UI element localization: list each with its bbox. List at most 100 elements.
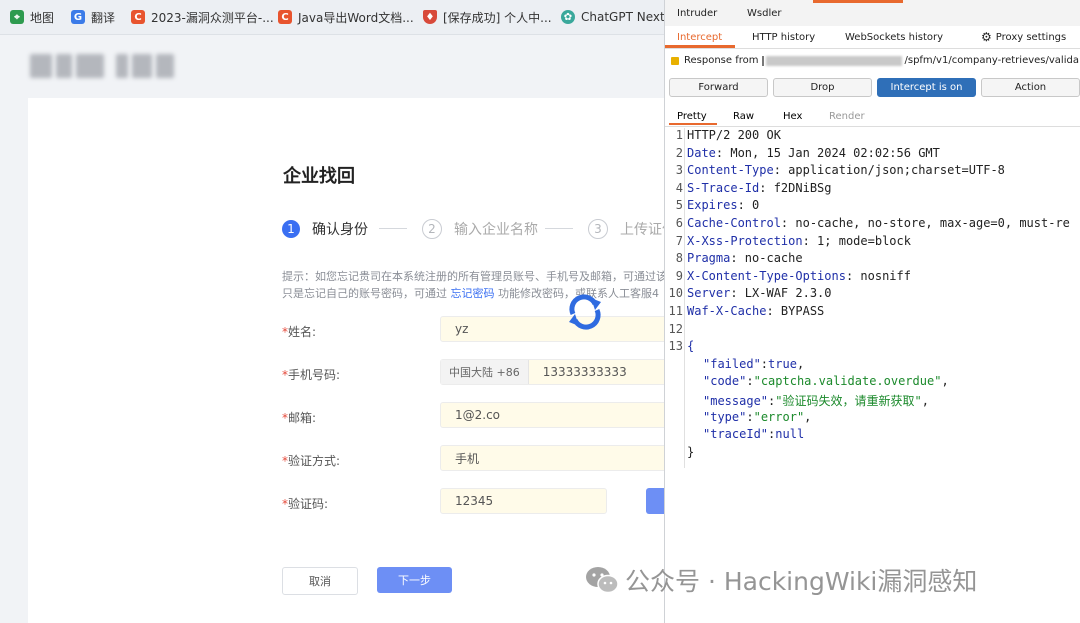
header-line: X-Content-Type-Options: nosniff bbox=[687, 268, 911, 283]
tab-raw[interactable]: Raw bbox=[733, 106, 754, 126]
response-from-line: Response from /spfm/v1/company-retrieves… bbox=[671, 55, 1079, 66]
tab-wsdler[interactable]: Wsdler bbox=[747, 0, 782, 26]
shield-icon: ♦ bbox=[423, 10, 437, 24]
action-button[interactable]: Action bbox=[981, 78, 1080, 97]
step-label: 确认身份 bbox=[312, 222, 368, 238]
tab-render[interactable]: Render bbox=[829, 106, 865, 126]
step-1: 1 确认身份 bbox=[282, 219, 368, 239]
site-logo-blurred bbox=[30, 54, 174, 80]
tab-websockets-history[interactable]: WebSockets history bbox=[845, 26, 943, 48]
line-number: 5 bbox=[675, 198, 683, 213]
phone-input[interactable]: 中国大陆 +86 13333333333 bbox=[440, 359, 668, 385]
line-number: 1 bbox=[675, 128, 683, 142]
step-3: 3 上传证件 bbox=[588, 219, 676, 239]
line-number: 7 bbox=[675, 233, 683, 248]
hint-line-1: 提示：如您忘记贵司在本系统注册的所有管理员账号、手机号及邮箱，可通过该 bbox=[282, 270, 667, 283]
tab-intruder[interactable]: Intruder bbox=[677, 0, 717, 26]
verify-method-select[interactable]: 手机 bbox=[440, 445, 668, 471]
line-number: 4 bbox=[675, 180, 683, 195]
bookmark-chatgpt[interactable]: ✿ ChatGPT Next V bbox=[561, 0, 677, 34]
bookmark-label: Java导出Word文档... bbox=[298, 10, 414, 25]
bookmark-saved[interactable]: ♦ [保存成功] 个人中... bbox=[423, 0, 552, 34]
forgot-password-link[interactable]: 忘记密码 bbox=[451, 287, 495, 300]
line-number: 12 bbox=[668, 321, 683, 336]
step-divider bbox=[379, 228, 407, 229]
step-label: 输入企业名称 bbox=[454, 222, 538, 238]
next-step-button[interactable]: 下一步 bbox=[377, 567, 452, 593]
watermark-text: 公众号 · HackingWiki漏洞感知 bbox=[625, 567, 978, 596]
refresh-icon bbox=[569, 294, 601, 330]
bookmark-label: 地图 bbox=[30, 10, 55, 25]
burp-main-tabs: Intruder Wsdler bbox=[665, 0, 1080, 27]
page-title: 企业找回 bbox=[283, 166, 355, 187]
bookmark-translate[interactable]: G 翻译 bbox=[71, 0, 115, 34]
active-tab-indicator bbox=[813, 0, 903, 3]
bookmark-label: 翻译 bbox=[91, 10, 116, 25]
proxy-settings-button[interactable]: ⚙ Proxy settings bbox=[981, 26, 1066, 48]
phone-value: 13333333333 bbox=[542, 365, 627, 379]
message-view-tabs: Pretty Raw Hex Render bbox=[665, 106, 1080, 127]
redacted-host bbox=[766, 55, 903, 66]
watermark: 公众号 · HackingWiki漏洞感知 bbox=[585, 562, 977, 598]
wechat-icon bbox=[586, 567, 619, 594]
header-line: Server: LX-WAF 2.3.0 bbox=[687, 286, 832, 301]
tab-hex[interactable]: Hex bbox=[783, 106, 802, 126]
cancel-button[interactable]: 取消 bbox=[282, 567, 358, 595]
bookmark-map[interactable]: ⌖ 地图 bbox=[10, 0, 54, 34]
text-cursor bbox=[762, 55, 765, 66]
header-line: { bbox=[687, 339, 695, 354]
step-number: 3 bbox=[588, 219, 608, 239]
verification-code-input[interactable]: 12345 bbox=[440, 488, 607, 514]
response-url: /spfm/v1/company-retrieves/valida bbox=[904, 55, 1079, 66]
proxy-subtabs: Intercept HTTP history WebSockets histor… bbox=[665, 26, 1080, 49]
line-gutter bbox=[684, 128, 685, 468]
name-input[interactable]: yz bbox=[440, 316, 668, 342]
bookmark-csdn-2[interactable]: C Java导出Word文档... bbox=[278, 0, 414, 34]
forward-button[interactable]: Forward bbox=[669, 78, 768, 97]
status-line: HTTP/2 200 OK bbox=[687, 128, 781, 142]
header-line: S-Trace-Id: f2DNiBSg bbox=[687, 180, 832, 195]
lock-icon bbox=[671, 56, 679, 65]
name-label: *姓名: bbox=[282, 325, 317, 339]
email-input[interactable]: 1@2.co bbox=[440, 402, 668, 428]
json-line: "code":"captcha.validate.overdue", bbox=[703, 374, 949, 389]
bookmark-label: [保存成功] 个人中... bbox=[443, 10, 552, 25]
json-line: "message":"验证码失效，请重新获取", bbox=[703, 394, 929, 408]
line-number: 11 bbox=[668, 304, 683, 318]
header-line: Date: Mon, 15 Jan 2024 02:02:56 GMT bbox=[687, 145, 940, 160]
line-number: 3 bbox=[675, 163, 683, 178]
drop-button[interactable]: Drop bbox=[773, 78, 872, 97]
line-number: 8 bbox=[675, 251, 683, 266]
header-line: X-Xss-Protection: 1; mode=block bbox=[687, 233, 911, 248]
tab-http-history[interactable]: HTTP history bbox=[752, 26, 815, 48]
csdn-c-icon: C bbox=[278, 10, 292, 24]
phone-label: *手机号码: bbox=[282, 368, 341, 382]
step-divider bbox=[545, 228, 573, 229]
bookmark-csdn-1[interactable]: C 2023-漏洞众测平台-... bbox=[131, 0, 274, 34]
intercept-toggle-button[interactable]: Intercept is on bbox=[877, 78, 976, 97]
header-line: Content-Type: application/json;charset=U… bbox=[687, 163, 1005, 178]
translate-icon: G bbox=[71, 10, 85, 24]
json-line: "traceId":null bbox=[703, 427, 805, 442]
map-pin-icon: ⌖ bbox=[10, 10, 24, 24]
line-number: 13 bbox=[668, 339, 683, 354]
header-line: Pragma: no-cache bbox=[687, 251, 803, 266]
country-code-select[interactable]: 中国大陆 +86 bbox=[441, 360, 529, 384]
chatgpt-icon: ✿ bbox=[561, 10, 575, 24]
step-2: 2 输入企业名称 bbox=[422, 219, 538, 239]
header-line: Expires: 0 bbox=[687, 198, 760, 213]
json-line: "type":"error", bbox=[703, 409, 812, 424]
hint-line-2: 只是忘记自己的账号密码，可通过 bbox=[282, 287, 451, 300]
gear-icon: ⚙ bbox=[981, 30, 992, 44]
json-line: "failed":true, bbox=[703, 356, 805, 371]
line-number: 2 bbox=[675, 145, 683, 160]
json-close-brace: } bbox=[687, 444, 695, 459]
step-number: 2 bbox=[422, 219, 442, 239]
email-label: *邮箱: bbox=[282, 411, 317, 425]
header-line: Waf-X-Cache: BYPASS bbox=[687, 304, 825, 318]
line-number: 10 bbox=[668, 286, 683, 301]
bookmark-label: ChatGPT Next V bbox=[581, 10, 677, 24]
csdn-c-icon: C bbox=[131, 10, 145, 24]
method-label: *验证方式: bbox=[282, 454, 341, 468]
step-number: 1 bbox=[282, 220, 300, 238]
